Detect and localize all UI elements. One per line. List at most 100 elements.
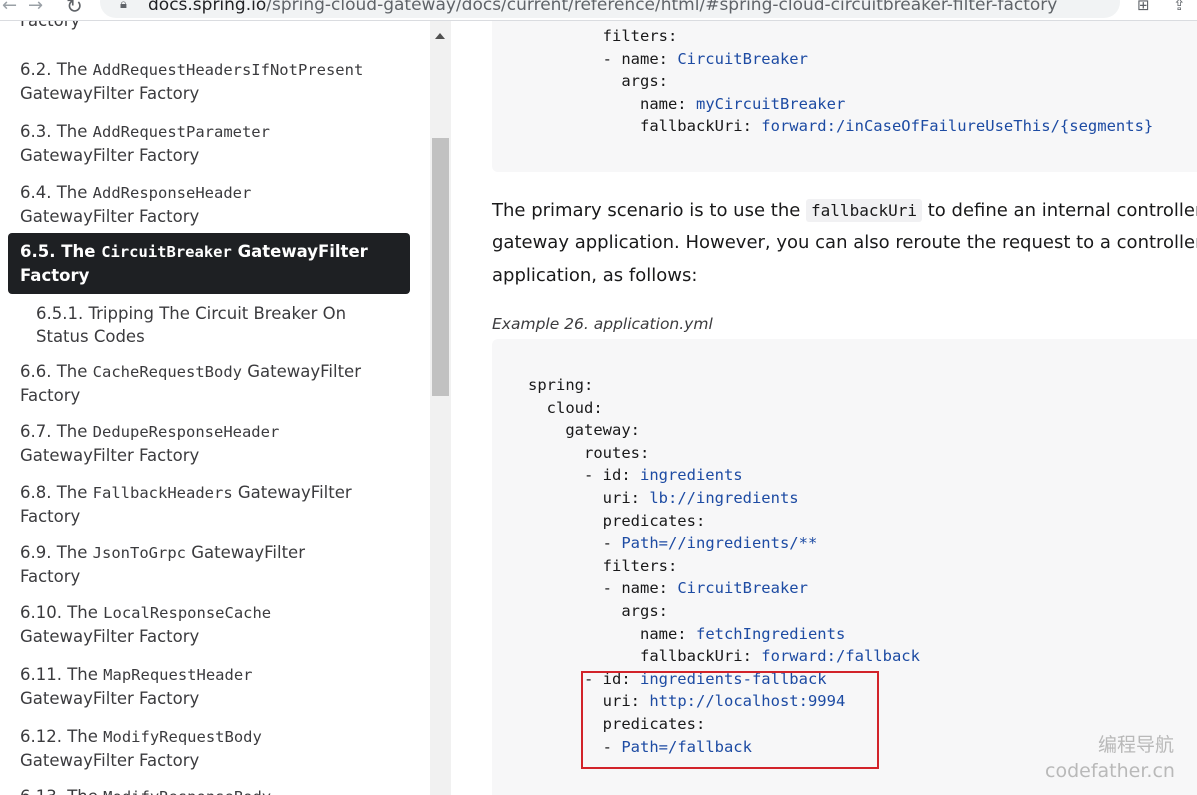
code-key: spring: xyxy=(528,376,594,394)
toc-code: MapRequestHeader xyxy=(103,666,253,684)
toc-code: AddRequestParameter xyxy=(92,123,270,141)
code-line: fallbackUri: forward:/inCaseOfFailureUse… xyxy=(528,115,1153,138)
toc-line2: Factory xyxy=(20,567,81,586)
code-key: gateway: xyxy=(528,421,640,440)
browser-toolbar: ← → ↻ 🔒︎ docs.spring.io/spring-cloud-gat… xyxy=(0,0,1197,21)
code-key: filters: xyxy=(528,556,678,575)
toc-item[interactable]: 6.7. The DedupeResponseHeader GatewayFilt… xyxy=(20,420,415,467)
watermark-site: codefather.cn xyxy=(1045,760,1175,782)
highlight-box xyxy=(581,671,879,769)
toc-number: 6.7. The xyxy=(20,422,93,441)
inline-code-fallbackuri: fallbackUri xyxy=(806,199,922,222)
toc-line2: Status Codes xyxy=(36,327,145,346)
para-text-2: to define an internal controller or hand… xyxy=(927,200,1197,221)
toc-item[interactable]: 6.4. The AddResponseHeader GatewayFilter … xyxy=(20,181,415,228)
code-value: forward:/inCaseOfFailureUseThis/{segment… xyxy=(761,117,1154,136)
code-line: fallbackUri: forward:/fallback xyxy=(528,645,920,668)
code-key: - id: xyxy=(528,466,640,485)
toc-subitem[interactable]: 6.5.1. Tripping The Circuit Breaker On St… xyxy=(36,302,386,348)
paragraph-line-1: The primary scenario is to use the fallb… xyxy=(492,195,1197,228)
toc-number: 6.6. The xyxy=(20,362,93,381)
code-key: fallbackUri: xyxy=(528,647,762,666)
code-key: filters: xyxy=(528,27,678,45)
toc-line2: GatewayFilter Factory xyxy=(20,627,200,646)
translate-icon[interactable]: ⊞ xyxy=(1137,0,1150,14)
toc-item[interactable]: 6.11. The MapRequestHeader GatewayFilter … xyxy=(20,663,415,710)
toc-number: 6.8. The xyxy=(20,483,93,502)
toc-number: 6.13. The xyxy=(20,787,103,795)
sidebar-scrollbar[interactable] xyxy=(430,21,451,795)
toc-line2: GatewayFilter Factory xyxy=(20,207,200,226)
code-value: myCircuitBreaker xyxy=(695,94,846,113)
code-key: name: xyxy=(528,624,696,643)
toc-item[interactable]: 6.9. The JsonToGrpc GatewayFilter Factory xyxy=(20,541,415,588)
code-value: Path=//ingredients/** xyxy=(621,534,818,553)
share-icon[interactable]: ⇪ xyxy=(1173,0,1186,14)
toc-line2: GatewayFilter Factory xyxy=(20,146,200,165)
paragraph-line-2: gateway application. However, you can al… xyxy=(492,232,1197,253)
code-line: uri: lb://ingredients xyxy=(528,487,799,510)
para-text-1: The primary scenario is to use the xyxy=(492,200,807,221)
toc-number: 6.12. The xyxy=(20,727,104,746)
watermark-cn: 编程导航 xyxy=(1098,734,1175,756)
toc-number: 6.11. The xyxy=(20,665,104,684)
code-key: cloud: xyxy=(528,398,603,417)
code-key: uri: xyxy=(528,489,650,507)
toc-text: Factory xyxy=(20,21,80,30)
code-key: name: xyxy=(528,94,696,113)
toc-rest: GatewayFilter xyxy=(231,242,368,261)
code-key: - name: xyxy=(528,579,678,598)
paragraph-line-3: application, as follows: xyxy=(492,265,698,286)
example-caption: Example 26. application.yml xyxy=(492,315,713,333)
toc-item[interactable]: 6.12. The ModifyRequestBody GatewayFilter… xyxy=(20,725,415,772)
reload-icon[interactable]: ↻ xyxy=(66,0,83,18)
toc-line2: GatewayFilter Factory xyxy=(20,751,200,770)
code-line: name: myCircuitBreaker xyxy=(528,93,845,116)
toc-code: FallbackHeaders xyxy=(92,484,233,502)
code-line: - name: CircuitBreaker xyxy=(528,577,808,600)
toc-item[interactable]: 6.6. The CacheRequestBody GatewayFilter F… xyxy=(20,360,415,407)
code-line: name: fetchIngredients xyxy=(528,623,845,646)
code-line: cloud: xyxy=(528,397,603,420)
toc-item[interactable]: Factory xyxy=(20,21,415,32)
toc-text: 6.5.1. Tripping The Circuit Breaker On xyxy=(36,304,347,323)
toc-code: CircuitBreaker xyxy=(101,243,232,261)
code-value: ingredients xyxy=(639,466,743,485)
code-block-top: filters: - name: CircuitBreaker args: na… xyxy=(492,21,1197,172)
toc-item[interactable]: 6.10. The LocalResponseCache GatewayFilte… xyxy=(20,601,415,648)
back-arrow-icon[interactable]: ← xyxy=(2,0,17,16)
toc-number: 6.5. The xyxy=(20,242,102,261)
code-line: - id: ingredients xyxy=(528,464,743,487)
toc-rest: GatewayFilter xyxy=(186,543,305,562)
code-key: routes: xyxy=(528,443,650,462)
toc-number: 6.10. The xyxy=(20,603,104,622)
toc-code: AddRequestHeadersIfNotPresent xyxy=(92,61,364,79)
toc-code: CacheRequestBody xyxy=(92,363,242,381)
toc-item-active[interactable]: 6.5. The CircuitBreaker GatewayFilter Fac… xyxy=(8,233,410,294)
scroll-thumb[interactable] xyxy=(432,138,449,396)
url-text[interactable]: docs.spring.io/spring-cloud-gateway/docs… xyxy=(148,0,1057,15)
toc-item[interactable]: 6.8. The FallbackHeaders GatewayFilter Fa… xyxy=(20,481,415,528)
toc-item[interactable]: 6.3. The AddRequestParameter GatewayFilte… xyxy=(20,120,415,167)
main-content: filters: - name: CircuitBreaker args: na… xyxy=(452,21,1197,795)
code-value: fetchIngredients xyxy=(695,624,846,643)
code-key: predicates: xyxy=(528,511,706,530)
code-line: filters: xyxy=(528,555,678,578)
toc-code: DedupeResponseHeader xyxy=(92,423,280,441)
toc-line2: GatewayFilter Factory xyxy=(20,84,200,103)
toc-code: LocalResponseCache xyxy=(103,604,272,622)
code-line: routes: xyxy=(528,442,649,465)
toc-line2: GatewayFilter Factory xyxy=(20,446,200,465)
lock-icon[interactable]: 🔒︎ xyxy=(120,0,127,12)
code-line: predicates: xyxy=(528,510,706,533)
toc-sidebar: Factory 6.2. The AddRequestHeadersIfNotPr… xyxy=(0,21,430,795)
toc-item[interactable]: 6.2. The AddRequestHeadersIfNotPresent Ga… xyxy=(20,58,415,105)
code-value: lb://ingredients xyxy=(649,489,799,507)
code-line: filters: xyxy=(528,25,678,48)
toc-item[interactable]: 6.13. The ModifyResponseBody xyxy=(20,785,415,795)
toc-line2: Factory xyxy=(20,266,90,285)
scroll-up-arrow-icon[interactable] xyxy=(435,33,445,39)
forward-arrow-icon[interactable]: → xyxy=(28,0,43,16)
toc-number: 6.3. The xyxy=(20,122,93,141)
code-key: - name: xyxy=(528,49,678,68)
